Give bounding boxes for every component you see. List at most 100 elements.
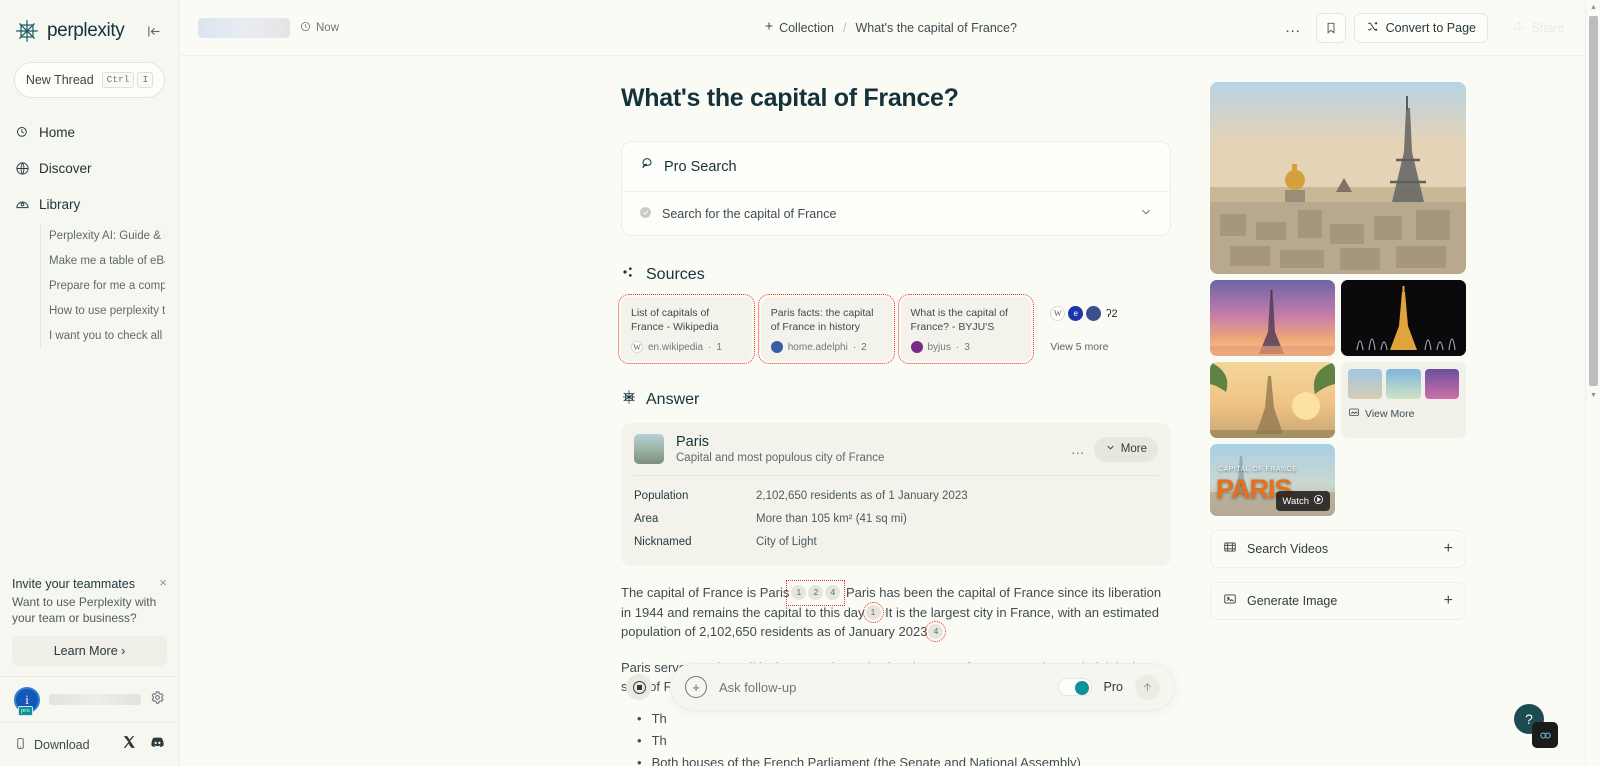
generate-image-button[interactable]: Generate Image + [1210,582,1466,620]
sidebar-item-home[interactable]: Home [14,114,165,150]
collection-label: Collection [779,20,834,35]
topbar: Now Collection / What's the capital of F… [180,0,1600,56]
eiffel-tower-sunset[interactable] [1210,280,1335,356]
share-button[interactable]: Share [1496,13,1582,43]
source-card[interactable]: Paris facts: the capital of France in hi… [757,294,895,364]
source-card[interactable]: List of capitals of France - Wikipedia W… [618,294,755,364]
avatar[interactable]: i pro [14,686,40,716]
followup-input[interactable] [719,679,1046,695]
bullet-text: Both houses of the French Parliament (th… [651,754,1081,766]
fact-key: Nicknamed [634,536,692,548]
fact-value: More than 105 km² (41 sq mi) [756,513,907,525]
close-icon[interactable]: × [159,576,167,589]
chevron-down-icon[interactable] [1139,205,1153,222]
source-card[interactable]: What is the capital of France? - BYJU'S … [897,294,1035,364]
answer-header: Answer [621,389,1180,410]
breadcrumb-current[interactable]: What's the capital of France? [855,21,1017,35]
kbd-ctrl: Ctrl [101,72,135,88]
view-more-sources-card[interactable]: W e ʔ2 View 5 more [1040,297,1171,361]
new-thread-button[interactable]: New Thread Ctrl I [14,62,165,98]
sidebar-item-discover-label: Discover [39,160,92,176]
pro-toggle[interactable] [1057,678,1092,696]
eiffel-thumb-1[interactable] [1348,369,1383,399]
generate-image-label: Generate Image [1247,594,1338,608]
more-options-icon[interactable]: … [1278,13,1308,43]
learn-more-button[interactable]: Learn More › [12,636,167,666]
list-item[interactable]: Make me a table of eBay fe [49,249,165,274]
convert-to-page-button[interactable]: Convert to Page [1353,12,1488,43]
sources-list: List of capitals of France - Wikipedia W… [618,294,1171,364]
search-videos-button[interactable]: Search Videos + [1210,530,1466,568]
citation-badge[interactable]: 4 [925,621,947,643]
fact-value: City of Light [756,536,817,548]
plus-circle-icon[interactable]: + [685,676,707,698]
add-icon[interactable]: + [1444,592,1453,610]
source-index: 1 [716,341,722,353]
brand[interactable]: perplexity [14,18,125,44]
add-to-collection-button[interactable]: Collection [763,20,834,35]
paris-skyline-eiffel-tower[interactable] [1210,82,1466,274]
breadcrumb: Collection / What's the capital of Franc… [763,20,1017,35]
view-more-images-button[interactable]: View More [1348,406,1459,421]
add-icon[interactable]: + [1444,540,1453,558]
entity-text: Paris Capital and most populous city of … [676,434,884,464]
invite-header: Invite your teammates × [12,576,167,591]
sidebar-top: perplexity New Thread Ctrl I [0,0,179,98]
paris-thumbnail [634,434,664,464]
scrollbar-thumb[interactable] [1589,16,1598,386]
entity-more-options-icon[interactable]: … [1071,441,1086,457]
stop-generating-button[interactable] [626,674,652,700]
eiffel-tower-fountains-night[interactable] [1341,280,1466,356]
extension-icon[interactable] [1532,722,1558,748]
bullet-marker: • [637,732,642,748]
list-item[interactable]: How to use perplexity to ve [49,299,165,324]
scroll-down-arrow[interactable]: ▼ [1590,392,1597,399]
entity-more-button[interactable]: More [1093,436,1158,462]
watch-button[interactable]: Watch [1276,491,1330,511]
mobile-icon [14,737,27,753]
paris-video-thumbnail[interactable]: CAPITAL OF FRANCE PARIS Watch [1210,444,1335,516]
citation-badge[interactable]: 2 [808,585,824,601]
fact-key: Population [634,490,689,502]
source-favicon-5 [1086,306,1102,321]
adelphi-favicon [770,341,783,353]
eiffel-thumb-3[interactable] [1424,369,1459,399]
list-item[interactable]: I want you to check all the c [49,324,165,349]
collapse-sidebar-icon[interactable] [143,20,165,42]
source-favicon-6: ʔ2 [1105,307,1118,320]
scroll-up-arrow[interactable]: ▲ [1590,4,1597,11]
citation-badge[interactable]: 4 [825,585,841,601]
share-label: Share [1531,20,1565,35]
sources-icon [621,264,637,285]
stop-icon [632,680,646,694]
citation-badge[interactable]: 1 [791,585,807,601]
image-icon [1223,592,1237,611]
bookmark-icon[interactable] [1315,12,1346,43]
download-button[interactable]: Download [14,737,90,753]
video-icon [1223,540,1237,559]
sidebar-item-library[interactable]: Library [14,186,165,222]
x-twitter-icon[interactable] [122,735,136,755]
list-item[interactable]: Prepare for me a compariso [49,274,165,299]
pro-badge: pro [18,705,33,716]
pro-search-step[interactable]: Search for the capital of France [622,192,1170,235]
watch-label: Watch [1282,495,1309,507]
sources-header: Sources [621,264,1180,285]
eiffel-tower-spring-sunrise[interactable] [1210,362,1335,438]
view-more-images-box[interactable]: View More [1341,362,1466,438]
breadcrumb-separator: / [842,20,847,35]
gear-icon[interactable] [150,690,165,710]
pro-search-header: Pro Search [622,142,1170,191]
discord-icon[interactable] [150,735,165,755]
sidebar-item-discover[interactable]: Discover [14,150,165,186]
home-search-icon [14,124,30,140]
eiffel-thumb-2[interactable] [1386,369,1421,399]
entity-facts-table: Population 2,102,650 residents as of 1 J… [621,476,1171,566]
page-scrollbar[interactable]: ▲ ▼ [1585,0,1600,766]
user-row[interactable]: i pro [0,676,179,722]
list-item[interactable]: Perplexity AI: Guide & Revie [49,224,165,249]
send-button[interactable] [1135,674,1160,700]
topbar-user-redacted [198,17,290,38]
citation-badge[interactable]: 1 [862,601,884,623]
